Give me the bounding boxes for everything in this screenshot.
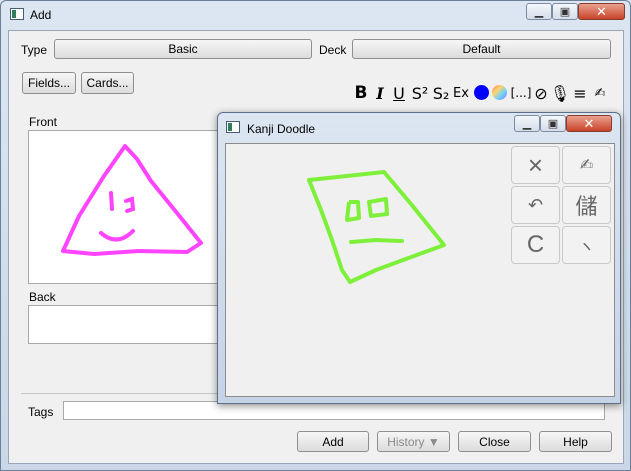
kanji-candidate-2[interactable]: ヽ	[562, 226, 611, 264]
kanji-candidate-1[interactable]: 儲	[562, 186, 611, 224]
underline-button[interactable]: U	[391, 83, 407, 103]
superscript-button[interactable]: S²	[409, 83, 431, 103]
text-color-button[interactable]	[474, 85, 489, 100]
more-options-icon[interactable]: ≡	[572, 83, 588, 103]
close-window-button[interactable]: ✕	[578, 3, 625, 20]
front-doodle	[61, 144, 203, 256]
maximize-button[interactable]: ▣	[552, 3, 578, 20]
undo-stroke-button[interactable]: ↶	[511, 186, 560, 224]
kanji-doodle-icon[interactable]: ✍	[591, 83, 609, 103]
cards-button[interactable]: Cards...	[81, 72, 134, 94]
front-label: Front	[29, 115, 58, 129]
doodle-maximize-button[interactable]: ▣	[540, 115, 566, 132]
recognize-button[interactable]: ✍	[562, 146, 611, 184]
minimize-button[interactable]: ▁	[526, 3, 552, 20]
doodle-window-icon	[226, 121, 240, 133]
help-button[interactable]: Help	[539, 431, 612, 452]
deck-button[interactable]: Default	[352, 39, 611, 59]
deck-label: Deck	[319, 43, 347, 57]
window-icon	[10, 8, 24, 20]
cloze-button[interactable]: [...]	[510, 83, 532, 103]
type-label: Type	[21, 43, 48, 57]
doodle-window-title: Kanji Doodle	[247, 122, 316, 136]
microphone-icon[interactable]: 🎙	[550, 83, 570, 103]
subscript-button[interactable]: S₂	[431, 83, 451, 103]
window-title: Add	[30, 8, 52, 22]
attach-icon[interactable]: ⊘	[532, 83, 550, 103]
doodle-close-button[interactable]: ✕	[566, 115, 612, 132]
back-field[interactable]	[28, 305, 223, 344]
clear-format-button[interactable]: Ex	[451, 83, 471, 103]
note-type-button[interactable]: Basic	[54, 39, 312, 59]
add-button[interactable]: Add	[297, 431, 369, 452]
kanji-doodle-window: Kanji Doodle ▁ ▣ ✕ × ✍ ↶ 儲 C ヽ	[217, 112, 621, 404]
close-button[interactable]: Close	[458, 431, 531, 452]
clear-doodle-button[interactable]: ×	[511, 146, 560, 184]
doodle-minimize-button[interactable]: ▁	[514, 115, 540, 132]
fields-button[interactable]: Fields...	[22, 72, 76, 94]
front-field[interactable]	[28, 130, 223, 284]
clear-candidates-button[interactable]: C	[511, 226, 560, 264]
color-picker-button[interactable]	[492, 85, 507, 100]
tags-label: Tags	[28, 405, 54, 419]
history-button[interactable]: History ▼	[377, 431, 450, 452]
italic-button[interactable]: I	[373, 83, 387, 103]
back-label: Back	[29, 290, 56, 304]
bold-button[interactable]: B	[353, 83, 369, 103]
